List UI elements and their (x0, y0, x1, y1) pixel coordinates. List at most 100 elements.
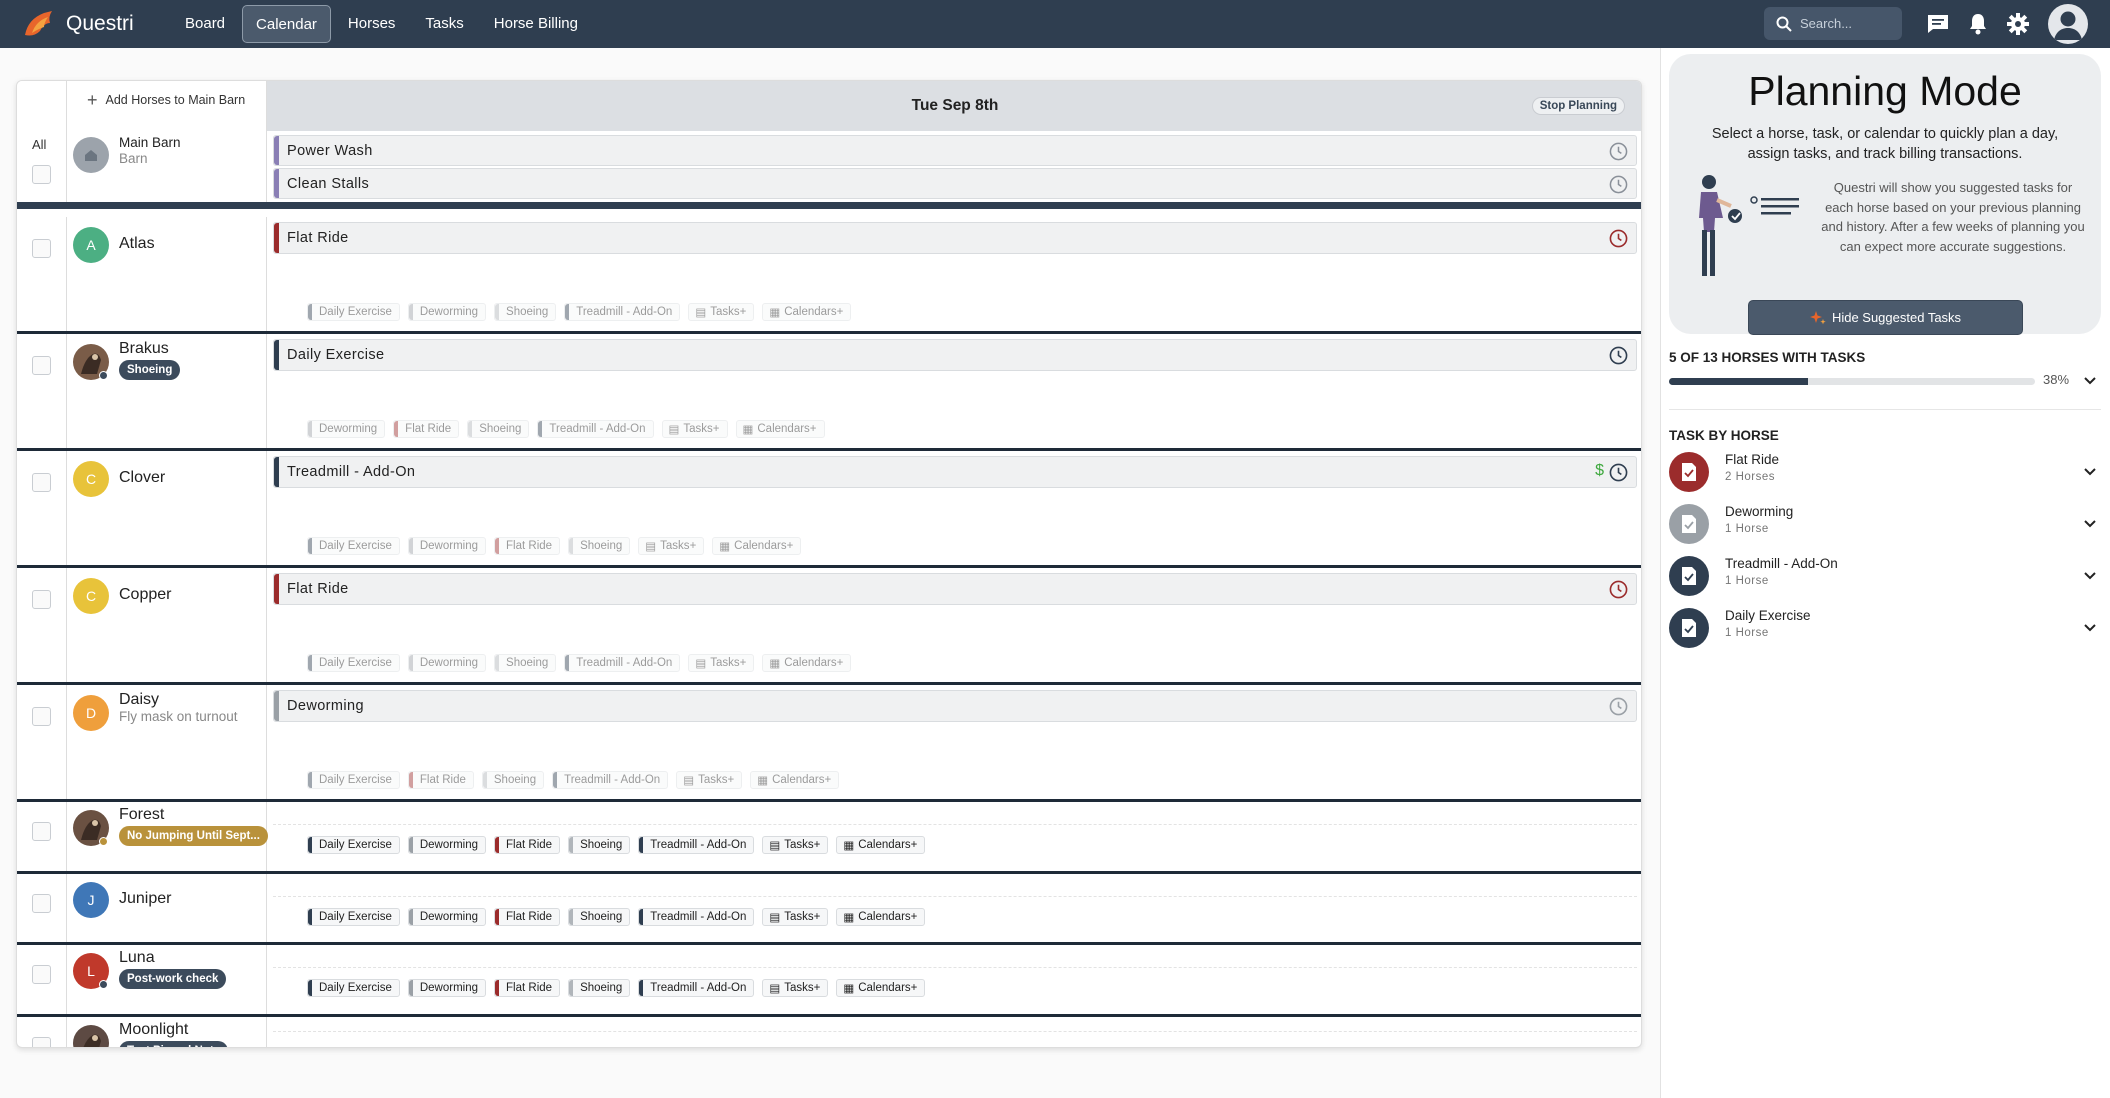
horse-checkbox[interactable] (32, 590, 51, 609)
suggested-task-chip[interactable]: Deworming (407, 836, 487, 854)
tasks-chip[interactable]: ▤ Tasks + (762, 836, 829, 854)
suggested-task-chip[interactable]: Daily Exercise (307, 654, 400, 672)
suggested-task-chip[interactable]: Daily Exercise (307, 537, 400, 555)
horse-checkbox[interactable] (32, 473, 51, 492)
horse-cell[interactable]: J Juniper (67, 874, 267, 942)
horse-checkbox[interactable] (32, 356, 51, 375)
horse-badge[interactable]: Shoeing (119, 360, 181, 380)
nav-board[interactable]: Board (172, 5, 238, 43)
task-bar[interactable]: Treadmill - Add-On $ (273, 456, 1637, 488)
suggested-task-chip[interactable]: Daily Exercise (307, 836, 400, 854)
stop-planning-button[interactable]: Stop Planning (1531, 97, 1625, 115)
horse-cell[interactable]: Moonlight Test Pinned Note (67, 1017, 267, 1047)
settings-gear-icon[interactable] (2006, 12, 2030, 36)
calendars-chip[interactable]: ▦ Calendars + (712, 537, 802, 555)
clock-icon[interactable] (1609, 346, 1628, 365)
suggested-task-chip[interactable]: Shoeing (494, 303, 557, 321)
horse-cell[interactable]: A Atlas (67, 217, 267, 331)
horse-badge[interactable]: Post-work check (119, 969, 227, 989)
select-all-checkbox[interactable] (32, 165, 51, 184)
suggested-task-chip[interactable]: Flat Ride (494, 836, 561, 854)
suggested-task-chip[interactable]: Shoeing (568, 836, 631, 854)
task-by-horse-item[interactable]: Flat Ride 2 Horses (1669, 452, 2101, 498)
suggested-task-chip[interactable]: Flat Ride (494, 537, 561, 555)
calendars-chip[interactable]: ▦ Calendars + (836, 908, 926, 926)
task-bar[interactable]: Daily Exercise (273, 339, 1637, 371)
suggested-task-chip[interactable]: Treadmill - Add-On (564, 654, 681, 672)
suggested-task-chip[interactable]: Daily Exercise (307, 908, 400, 926)
task-bar[interactable]: Flat Ride (273, 573, 1637, 605)
barn-cell[interactable]: Main Barn Barn (67, 131, 267, 202)
nav-tasks[interactable]: Tasks (412, 5, 476, 43)
calendars-chip[interactable]: ▦ Calendars + (762, 303, 852, 321)
suggested-task-chip[interactable]: Daily Exercise (307, 771, 400, 789)
search-box[interactable] (1764, 7, 1902, 40)
suggested-task-chip[interactable]: Shoeing (481, 771, 545, 789)
horse-cell[interactable]: Brakus Shoeing (67, 334, 267, 448)
tasks-chip[interactable]: ▤ Tasks + (638, 537, 705, 555)
tasks-chip[interactable]: ▤ Tasks + (688, 303, 755, 321)
clock-icon[interactable] (1609, 142, 1628, 161)
horse-checkbox[interactable] (32, 894, 51, 913)
task-by-horse-item[interactable]: Deworming 1 Horse (1669, 504, 2101, 550)
clock-icon[interactable] (1609, 697, 1628, 716)
calendars-chip[interactable]: ▦ Calendars + (750, 771, 840, 789)
horse-checkbox[interactable] (32, 1037, 51, 1047)
task-power-wash[interactable]: Power Wash (273, 135, 1637, 166)
suggested-task-chip[interactable]: Treadmill - Add-On (638, 979, 755, 997)
suggested-task-chip[interactable]: Flat Ride (393, 420, 460, 438)
suggested-task-chip[interactable]: Flat Ride (494, 979, 561, 997)
chevron-down-icon[interactable] (2083, 465, 2097, 479)
nav-horses[interactable]: Horses (335, 5, 409, 43)
suggested-task-chip[interactable]: Deworming (407, 537, 487, 555)
suggested-task-chip[interactable]: Deworming (407, 908, 487, 926)
suggested-task-chip[interactable]: Treadmill - Add-On (552, 771, 669, 789)
chevron-down-icon[interactable] (2083, 621, 2097, 635)
clock-icon[interactable] (1609, 463, 1628, 482)
suggested-task-chip[interactable]: Treadmill - Add-On (564, 303, 681, 321)
user-avatar[interactable] (2048, 4, 2088, 44)
suggested-task-chip[interactable]: Treadmill - Add-On (537, 420, 654, 438)
horse-badge[interactable]: No Jumping Until Sept... (119, 826, 268, 846)
suggested-task-chip[interactable]: Shoeing (568, 908, 631, 926)
horse-checkbox[interactable] (32, 965, 51, 984)
horse-checkbox[interactable] (32, 707, 51, 726)
suggested-task-chip[interactable]: Daily Exercise (307, 979, 400, 997)
horse-cell[interactable]: C Copper (67, 568, 267, 682)
suggested-task-chip[interactable]: Treadmill - Add-On (638, 836, 755, 854)
suggested-task-chip[interactable]: Daily Exercise (307, 303, 400, 321)
task-bar[interactable]: Flat Ride (273, 222, 1637, 254)
suggested-task-chip[interactable]: Flat Ride (407, 771, 474, 789)
horse-cell[interactable]: C Clover (67, 451, 267, 565)
horse-badge[interactable]: Test Pinned Note (119, 1041, 229, 1047)
suggested-task-chip[interactable]: Treadmill - Add-On (638, 908, 755, 926)
billing-dollar-icon[interactable]: $ (1595, 462, 1604, 480)
notification-bell-icon[interactable] (1966, 12, 1990, 36)
clock-icon[interactable] (1609, 175, 1628, 194)
chevron-down-icon[interactable] (2083, 517, 2097, 531)
task-bar[interactable]: Deworming (273, 690, 1637, 722)
tasks-chip[interactable]: ▤ Tasks + (762, 908, 829, 926)
horse-checkbox[interactable] (32, 239, 51, 258)
suggested-task-chip[interactable]: Shoeing (568, 537, 631, 555)
tasks-chip[interactable]: ▤ Tasks + (762, 979, 829, 997)
add-horses-button[interactable]: + Add Horses to Main Barn (67, 81, 267, 131)
horse-cell[interactable]: L Luna Post-work check (67, 945, 267, 1014)
app-logo[interactable]: Questri (22, 9, 172, 39)
suggested-task-chip[interactable]: Shoeing (568, 979, 631, 997)
nav-calendar[interactable]: Calendar (242, 5, 331, 43)
clock-icon[interactable] (1609, 580, 1628, 599)
suggested-task-chip[interactable]: Shoeing (467, 420, 530, 438)
horse-cell[interactable]: D Daisy Fly mask on turnout (67, 685, 267, 799)
search-input[interactable] (1800, 16, 1900, 31)
chevron-down-icon[interactable] (2083, 374, 2097, 388)
calendars-chip[interactable]: ▦ Calendars + (836, 979, 926, 997)
clock-icon[interactable] (1609, 229, 1628, 248)
suggested-task-chip[interactable]: Deworming (407, 654, 487, 672)
suggested-task-chip[interactable]: Flat Ride (494, 908, 561, 926)
task-by-horse-item[interactable]: Daily Exercise 1 Horse (1669, 608, 2101, 654)
suggested-task-chip[interactable]: Deworming (407, 979, 487, 997)
suggested-task-chip[interactable]: Deworming (307, 420, 386, 438)
chevron-down-icon[interactable] (2083, 569, 2097, 583)
horse-cell[interactable]: Forest No Jumping Until Sept... (67, 802, 268, 871)
